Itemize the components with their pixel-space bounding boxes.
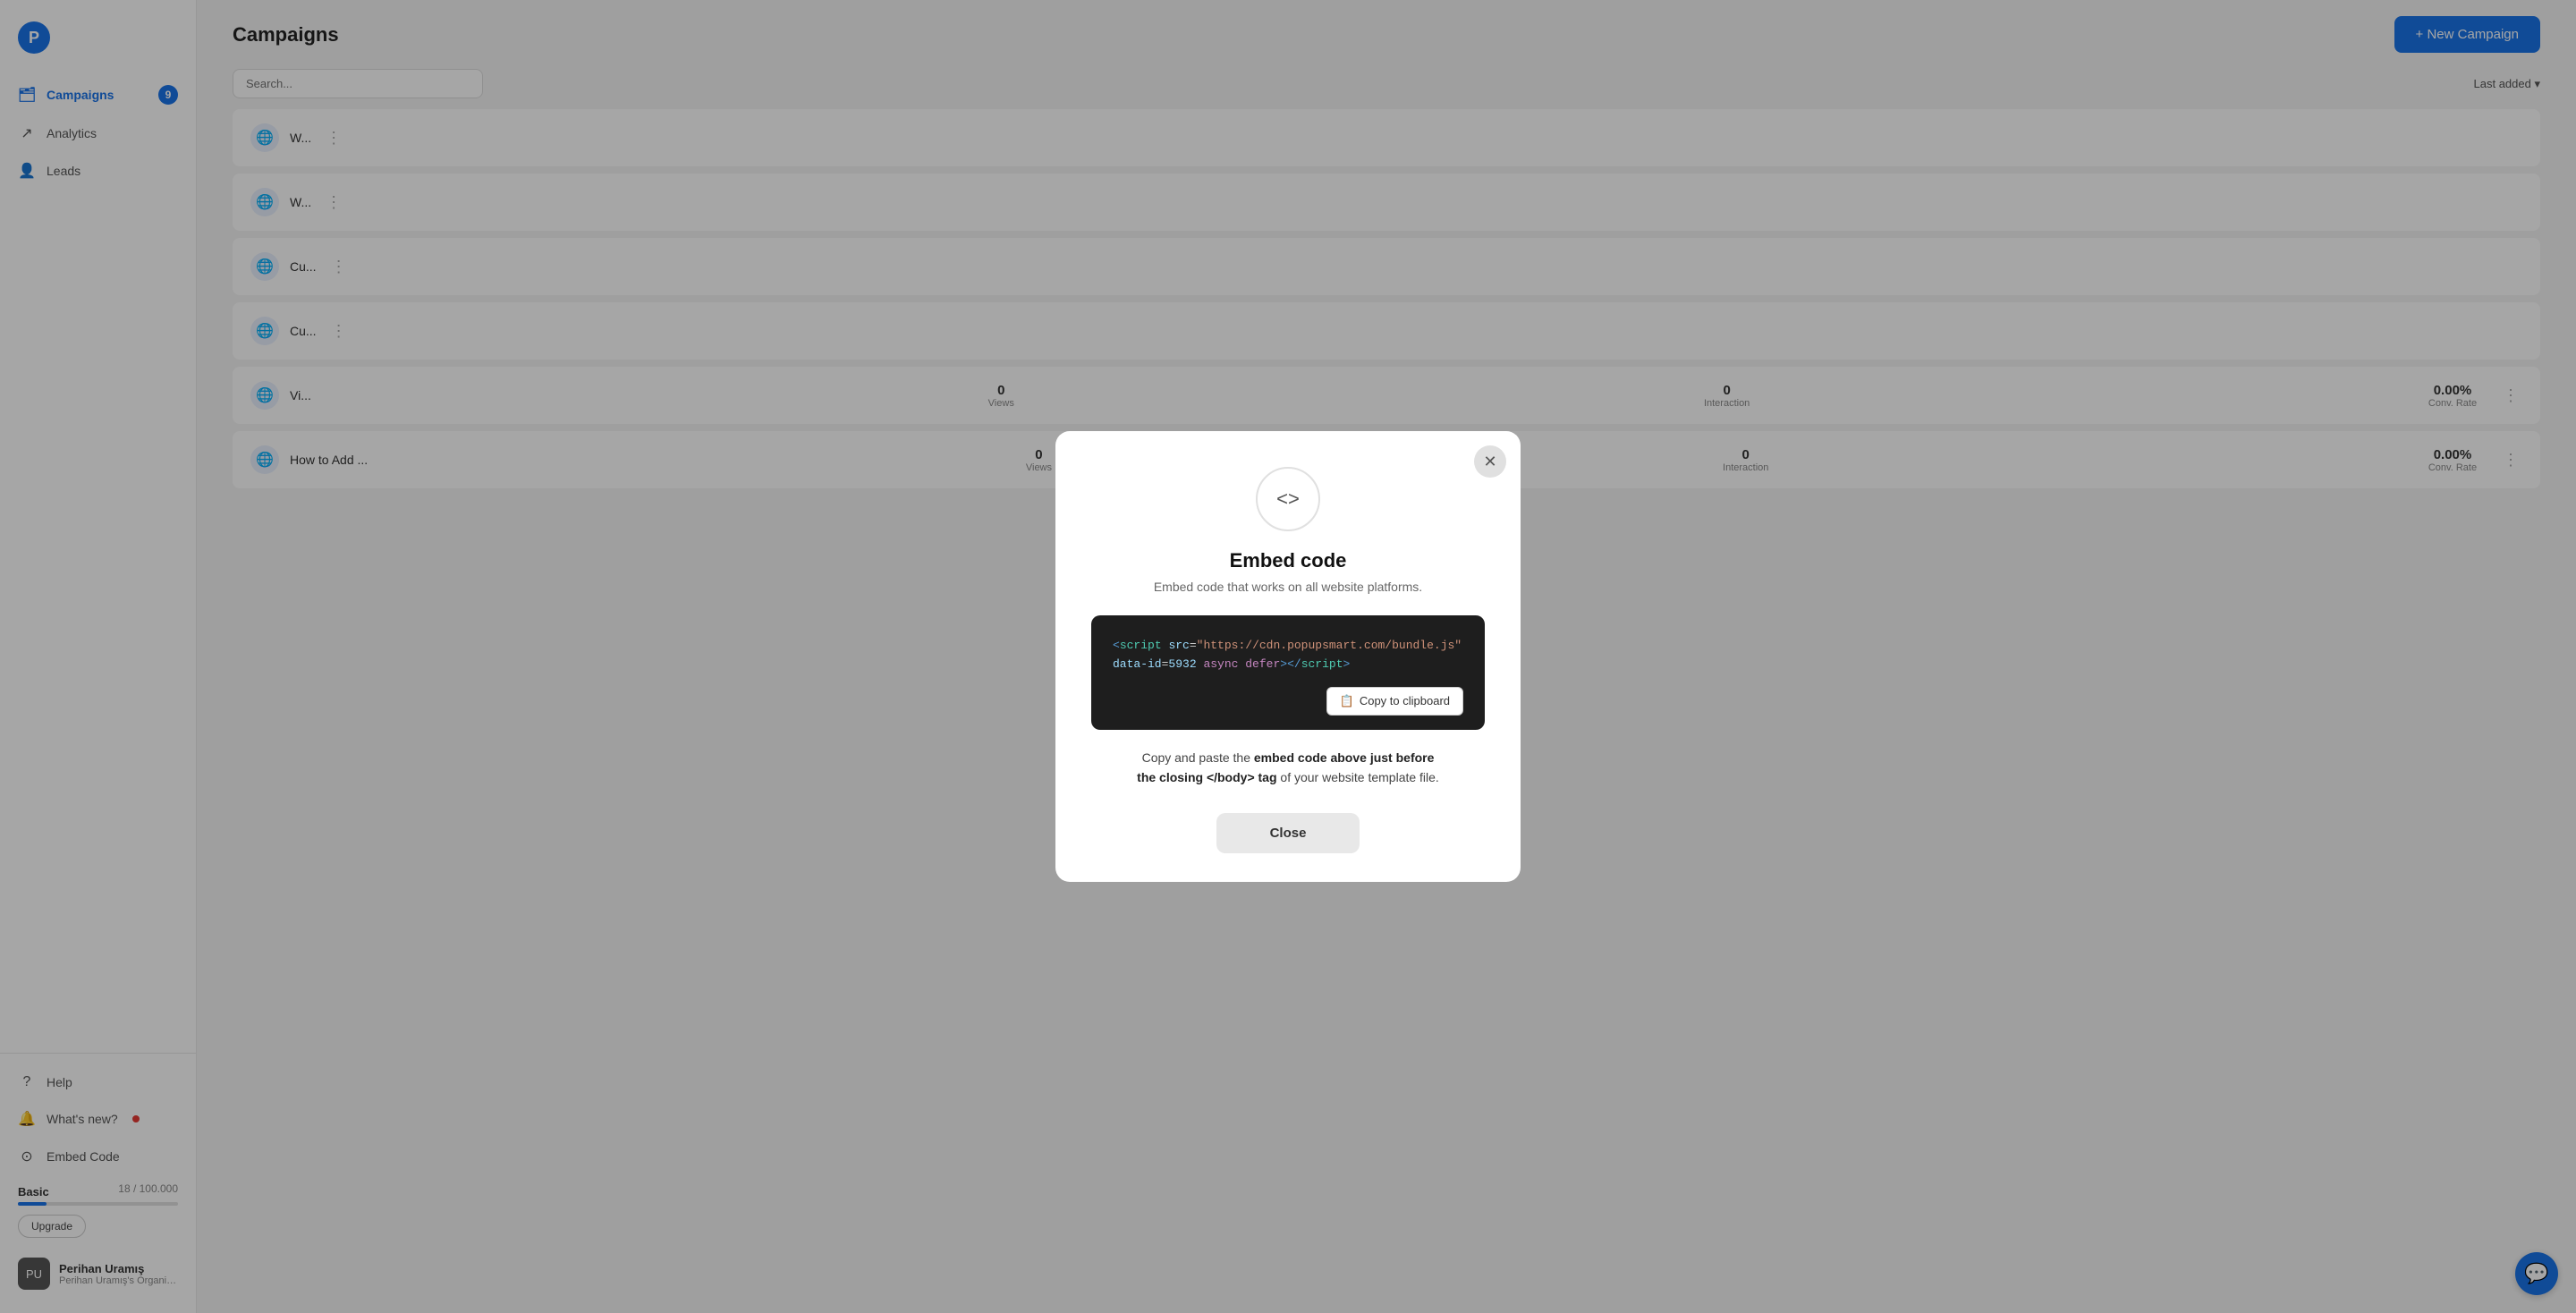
modal-instructions: Copy and paste the embed code above just… [1137,748,1439,788]
copy-to-clipboard-button[interactable]: 📋 Copy to clipboard [1326,687,1463,716]
embed-code-modal: ✕ <> Embed code Embed code that works on… [1055,431,1521,881]
modal-overlay: ✕ <> Embed code Embed code that works on… [0,0,2576,1313]
modal-close-button[interactable]: ✕ [1474,445,1506,478]
embed-code-text: <script src="https://cdn.popupsmart.com/… [1113,637,1463,674]
clipboard-icon: 📋 [1340,694,1354,708]
code-block: <script src="https://cdn.popupsmart.com/… [1091,615,1485,730]
modal-title: Embed code [1230,549,1347,572]
modal-subtitle: Embed code that works on all website pla… [1154,580,1422,594]
modal-close-bottom-button[interactable]: Close [1216,813,1360,853]
code-icon: <> [1256,467,1320,531]
